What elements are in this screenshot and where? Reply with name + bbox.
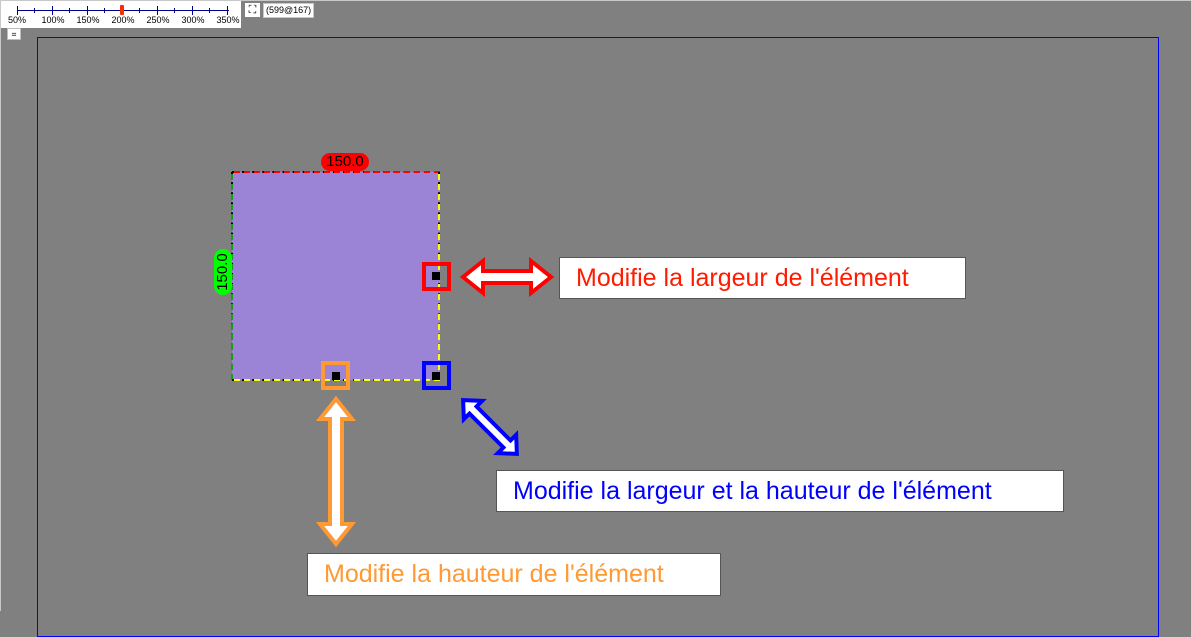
- width-height-callout: Modifie la largeur et la hauteur de l'él…: [496, 470, 1064, 512]
- height-double-arrow-icon: [315, 395, 357, 548]
- width-double-arrow-icon: [459, 256, 555, 298]
- height-callout: Modifie la hauteur de l'élément: [307, 553, 721, 596]
- design-canvas[interactable]: 50% 100% 150% 200% 250% 300% 350% ⛶ (599…: [0, 0, 1191, 637]
- annotation-arrows: [315, 256, 555, 548]
- diagonal-double-arrow-icon: [461, 398, 519, 456]
- width-callout: Modifie la largeur de l'élément: [559, 257, 966, 299]
